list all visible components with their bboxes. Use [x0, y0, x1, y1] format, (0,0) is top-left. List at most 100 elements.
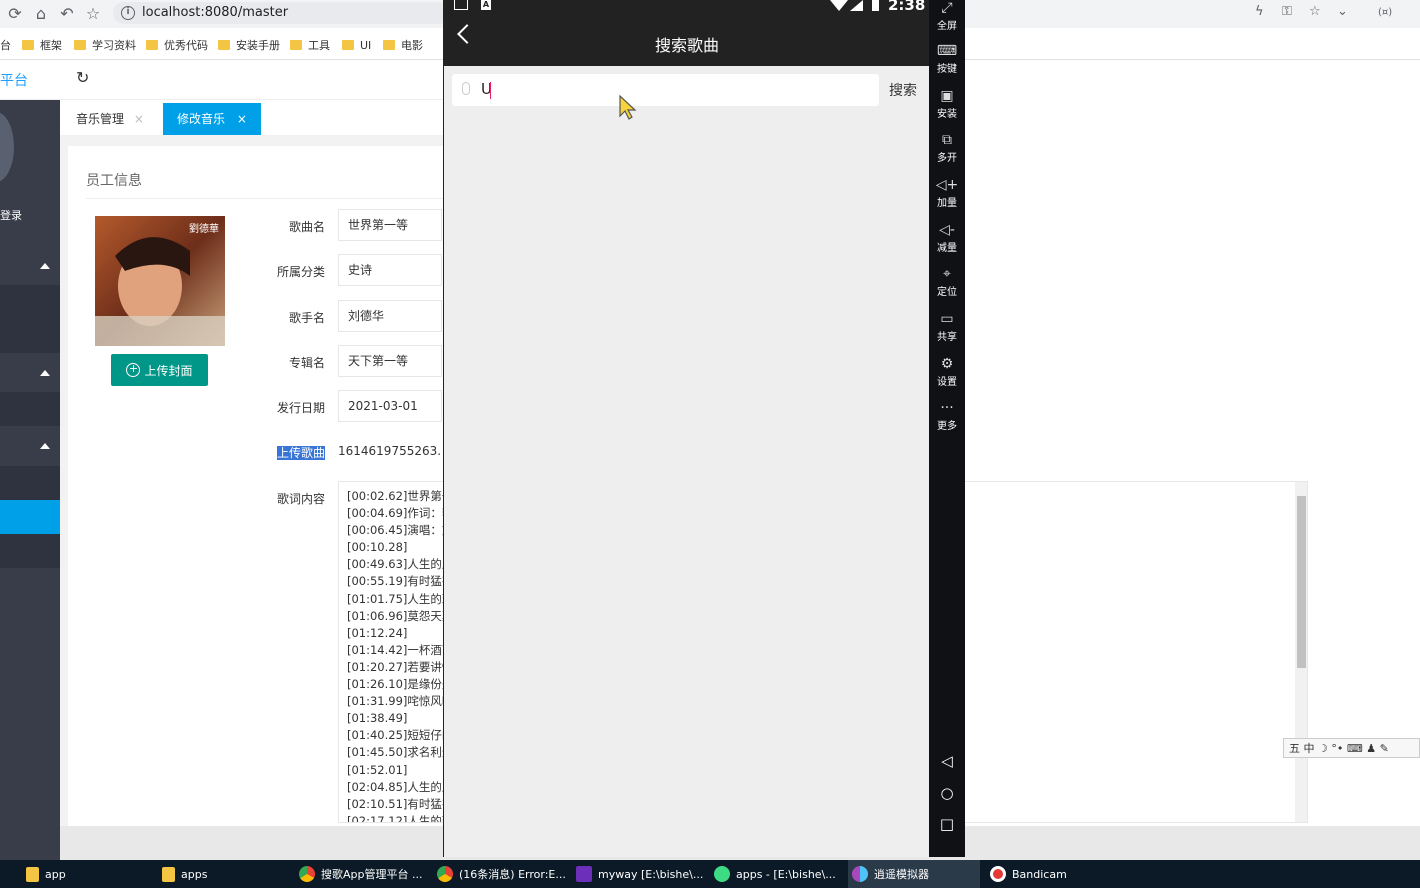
album-input[interactable]: 天下第一等 — [338, 345, 442, 377]
battery-icon — [872, 0, 879, 11]
sidebar-submenu[interactable] — [0, 534, 60, 568]
lyric-line: [01:20.27]若要讲情 — [347, 659, 454, 674]
taskbar-item-active[interactable]: 逍遥模拟器 — [848, 860, 980, 888]
address-bar[interactable]: i localhost:8080/master — [113, 2, 449, 24]
lyric-line: [00:04.69]作词：李 — [347, 506, 454, 521]
settings-icon[interactable]: ⚙ 设置 — [929, 356, 965, 388]
chevron-down-icon[interactable]: ⌄ — [1337, 4, 1348, 19]
keyboard-icon[interactable]: ⌨ 按键 — [929, 43, 965, 75]
bookmark-item[interactable]: UI — [342, 37, 371, 53]
bookmark-item[interactable]: 台 — [0, 37, 11, 53]
home-icon[interactable]: ⌂ — [30, 3, 52, 25]
tab-music-management[interactable]: 音乐管理 × — [62, 103, 158, 135]
lyrics-scrollbar-thumb[interactable] — [1297, 496, 1306, 668]
windows-taskbar: app apps 搜歌App管理平台 ... (16条消息) Error:E..… — [0, 860, 1420, 888]
android-home-icon[interactable]: ○ — [929, 784, 965, 802]
sidebar-submenu[interactable] — [0, 466, 60, 500]
android-studio-icon — [714, 866, 730, 882]
taskbar-item[interactable]: (16条消息) Error:E... — [433, 860, 567, 888]
fullscreen-icon[interactable]: ⤢ 全屏 — [929, 0, 965, 32]
taskbar-item[interactable]: myway [E:\bishe\... — [572, 860, 706, 888]
search-button[interactable]: 搜索 — [889, 80, 917, 100]
lyric-line: [02:10.51]有时猛有 — [347, 796, 454, 811]
microphone-icon[interactable] — [462, 82, 470, 95]
lyric-line: [01:01.75]人生的现 — [347, 591, 454, 606]
lyric-line: [00:06.45]演唱：刘 — [347, 523, 454, 538]
lyric-line: [01:38.49] — [347, 711, 408, 726]
lyrics-lines: [00:02.62]世界第一 [00:04.69]作词：李 [00:06.45]… — [347, 488, 454, 823]
flash-icon[interactable]: ϟ — [1255, 4, 1264, 19]
release-date-input[interactable]: 2021-03-01 — [338, 390, 442, 422]
sidebar: 登录 — [0, 100, 60, 860]
search-row: U 搜索 — [444, 66, 930, 114]
signal-icon — [850, 0, 863, 11]
search-input[interactable]: U — [452, 74, 879, 106]
multi-open-icon[interactable]: ⧉ 多开 — [929, 132, 965, 164]
volume-down-icon[interactable]: ◁- 减量 — [929, 222, 965, 254]
volume-up-icon[interactable]: ◁+ 加量 — [929, 177, 965, 209]
taskbar-item[interactable]: apps — [158, 860, 288, 888]
lyric-line: [00:55.19]有时猛有 — [347, 574, 454, 589]
taskbar-item[interactable]: Bandicam — [986, 860, 1116, 888]
lyric-line: [00:02.62]世界第一 — [347, 489, 454, 503]
song-name-input[interactable]: 世界第一等 — [338, 209, 442, 241]
folder-icon — [146, 40, 158, 50]
bookmark-item[interactable]: 电影 — [383, 37, 423, 53]
android-recents-icon[interactable]: □ — [929, 815, 965, 833]
album-cover-image: 劉德華 — [95, 216, 225, 346]
cover-caption: 劉德華 — [189, 224, 219, 235]
bookmark-star-icon[interactable]: ☆ — [1309, 4, 1321, 19]
sidebar-login-text[interactable]: 登录 — [0, 207, 22, 223]
key-icon[interactable]: ⚿ — [1282, 4, 1292, 19]
sidebar-group[interactable] — [0, 427, 60, 465]
mouse-cursor-icon — [619, 94, 637, 120]
apk-icon[interactable]: ▣ 安装 — [929, 88, 965, 120]
folder-icon — [162, 866, 175, 882]
taskbar-item[interactable]: 搜歌App管理平台 ... — [295, 860, 429, 888]
upload-cover-button[interactable]: + 上传封面 — [111, 354, 208, 386]
sidebar-submenu[interactable] — [0, 285, 60, 353]
bookmark-item[interactable]: 优秀代码 — [146, 37, 208, 53]
singer-input[interactable]: 刘德华 — [338, 300, 442, 332]
location-icon[interactable]: ⌖ 定位 — [929, 266, 965, 298]
folder-icon — [218, 40, 230, 50]
ime-toolbar[interactable]: 五 中 ☽ °• ⌨ ♟ ✎ — [1283, 738, 1420, 758]
extension-icon[interactable]: (¤) — [1378, 7, 1392, 18]
platform-name[interactable]: 平台 — [0, 70, 28, 90]
reload-icon[interactable]: ⟳ — [4, 3, 26, 25]
folder-icon — [342, 40, 354, 50]
bookmark-item[interactable]: 工具 — [290, 37, 330, 53]
android-back-icon[interactable]: ◁ — [929, 752, 965, 770]
more-icon[interactable]: ··· 更多 — [929, 400, 965, 432]
lyric-line: [01:12.24] — [347, 625, 408, 640]
lyric-line: [02:17.12]人生的现 — [347, 813, 454, 823]
sidebar-avatar — [0, 112, 14, 182]
screen-title: 搜索歌曲 — [654, 36, 719, 55]
info-icon[interactable]: i — [121, 6, 135, 20]
close-icon[interactable]: × — [237, 112, 247, 126]
undo-icon[interactable]: ↶ — [56, 3, 78, 25]
refresh-icon[interactable]: ↻ — [76, 68, 89, 87]
sidebar-submenu[interactable] — [0, 392, 60, 426]
category-select[interactable]: 史诗 — [338, 254, 442, 286]
tab-edit-music[interactable]: 修改音乐 × — [163, 103, 261, 135]
folder-icon — [383, 40, 395, 50]
bookmark-item[interactable]: 学习资料 — [74, 37, 136, 53]
shared-folder-icon[interactable]: ▭ 共享 — [929, 311, 965, 343]
sidebar-group[interactable] — [0, 247, 60, 285]
taskbar-item[interactable]: apps - [E:\bishe\... — [710, 860, 844, 888]
star-icon[interactable]: ☆ — [82, 3, 104, 25]
bookmark-item[interactable]: 安装手册 — [218, 37, 280, 53]
emulator-icon — [852, 866, 868, 882]
card-title: 员工信息 — [86, 173, 142, 189]
lyric-line: [01:06.96]莫怨天莫 — [347, 608, 454, 623]
taskbar-item[interactable]: app — [22, 860, 152, 888]
bookmark-item[interactable]: 框架 — [22, 37, 62, 53]
song-name-label: 歌曲名 — [288, 220, 325, 234]
lyric-line: [01:14.42]一杯酒两 — [347, 642, 454, 657]
close-icon[interactable]: × — [134, 112, 144, 126]
upload-song-label[interactable]: 上传歌曲 — [255, 444, 325, 461]
sidebar-group[interactable] — [0, 354, 60, 392]
sidebar-item-active[interactable] — [0, 500, 60, 534]
singer-label: 歌手名 — [288, 311, 325, 325]
